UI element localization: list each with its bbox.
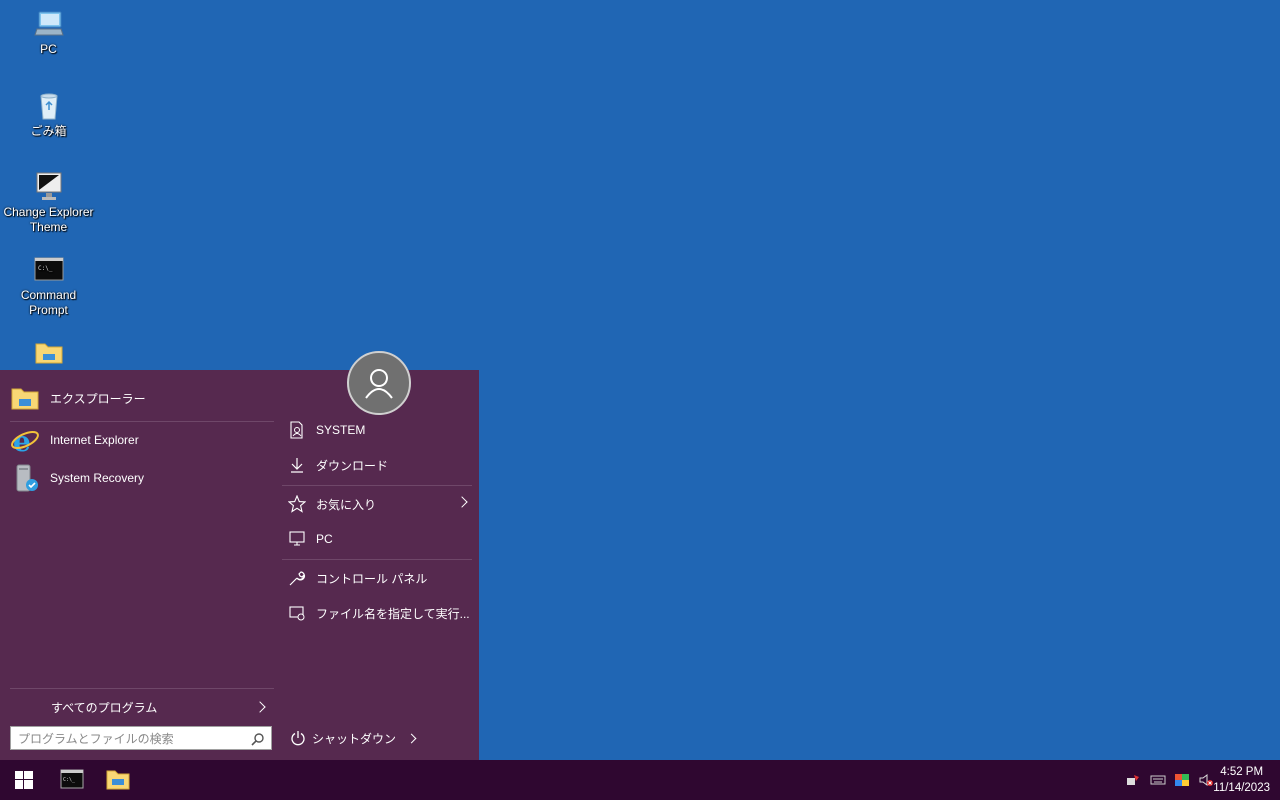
taskbar-command-prompt[interactable]: C:\_ bbox=[49, 760, 95, 800]
divider bbox=[282, 559, 472, 560]
search-input[interactable] bbox=[16, 728, 250, 750]
star-icon bbox=[287, 494, 307, 513]
computer-icon bbox=[33, 8, 65, 40]
chevron-right-icon[interactable] bbox=[406, 733, 417, 743]
run-icon bbox=[288, 604, 306, 622]
windows-start-icon bbox=[15, 771, 33, 789]
place-downloads[interactable]: ダウンロード bbox=[282, 451, 474, 479]
desktop-icon-label: PC bbox=[40, 42, 57, 56]
desktop-icon-change-explorer-theme[interactable]: Change Explorer Theme bbox=[0, 171, 97, 235]
clock-date: 11/14/2023 bbox=[1213, 782, 1270, 794]
search-field[interactable] bbox=[10, 726, 272, 750]
shutdown-label: シャットダウン bbox=[312, 731, 397, 746]
keyboard-icon[interactable] bbox=[1150, 772, 1166, 788]
volume-muted-icon[interactable] bbox=[1198, 772, 1214, 788]
start-item-system-recovery[interactable]: System Recovery bbox=[10, 461, 272, 495]
place-run[interactable]: ファイル名を指定して実行... bbox=[282, 599, 474, 627]
desktop-icon-label: Command Prompt bbox=[20, 288, 77, 317]
command-prompt-icon: C:\_ bbox=[33, 254, 65, 286]
start-item-explorer[interactable]: エクスプローラー bbox=[10, 381, 272, 415]
desktop-icon-label: ごみ箱 bbox=[30, 124, 67, 138]
start-menu-programs: エクスプローラー e Internet Explorer System Reco… bbox=[0, 370, 276, 760]
start-menu-places: SYSTEM ダウンロード お気に入り PC コントロール パネル ファイル名を… bbox=[282, 370, 479, 760]
all-programs-button[interactable]: すべてのプログラム bbox=[10, 688, 274, 725]
recycle-bin-icon bbox=[33, 90, 65, 122]
internet-explorer-icon: e bbox=[10, 425, 40, 458]
place-label: ファイル名を指定して実行... bbox=[316, 606, 470, 621]
start-item-label: Internet Explorer bbox=[50, 433, 139, 447]
taskbar-file-explorer[interactable] bbox=[95, 760, 141, 800]
desktop-icon-command-prompt[interactable]: C:\_ Command Prompt bbox=[0, 254, 97, 318]
desktop-icon-folder[interactable] bbox=[0, 336, 97, 370]
desktop-icon-pc[interactable]: PC bbox=[0, 8, 97, 57]
start-item-internet-explorer[interactable]: e Internet Explorer bbox=[10, 423, 272, 458]
place-favorites[interactable]: お気に入り bbox=[282, 490, 474, 518]
wrench-icon bbox=[288, 569, 306, 587]
place-label: ダウンロード bbox=[316, 458, 389, 473]
svg-text:C:\_: C:\_ bbox=[63, 777, 76, 783]
desktop-icon-label: Change Explorer Theme bbox=[3, 205, 94, 234]
user-document-icon bbox=[288, 421, 306, 439]
color-icon[interactable] bbox=[1174, 772, 1190, 788]
place-control-panel[interactable]: コントロール パネル bbox=[282, 564, 474, 592]
place-label: PC bbox=[316, 532, 333, 546]
power-icon bbox=[291, 731, 305, 746]
desktop-icon-recycle-bin[interactable]: ごみ箱 bbox=[0, 90, 97, 139]
chevron-right-icon bbox=[456, 496, 468, 508]
clock-time: 4:52 PM bbox=[1220, 766, 1264, 778]
place-pc[interactable]: PC bbox=[282, 525, 474, 553]
computer-icon bbox=[288, 530, 306, 548]
all-programs-label: すべてのプログラム bbox=[51, 700, 158, 715]
start-menu: エクスプローラー e Internet Explorer System Reco… bbox=[0, 370, 479, 760]
system-recovery-icon bbox=[10, 463, 40, 493]
search-icon bbox=[251, 733, 264, 746]
taskbar: C:\_ 4:52 PM 11/14/2023 bbox=[0, 760, 1280, 800]
divider bbox=[10, 421, 274, 422]
svg-text:C:\_: C:\_ bbox=[38, 265, 53, 272]
command-prompt-icon: C:\_ bbox=[60, 769, 84, 789]
place-label: お気に入り bbox=[316, 497, 377, 512]
place-label: SYSTEM bbox=[316, 423, 366, 437]
monitor-theme-icon bbox=[33, 171, 65, 203]
download-icon bbox=[288, 456, 306, 474]
user-avatar-icon[interactable] bbox=[347, 351, 411, 415]
divider bbox=[282, 485, 472, 486]
file-explorer-icon bbox=[10, 383, 40, 413]
file-explorer-icon bbox=[106, 770, 130, 790]
start-button[interactable] bbox=[2, 760, 48, 800]
place-system[interactable]: SYSTEM bbox=[282, 416, 474, 444]
place-label: コントロール パネル bbox=[316, 571, 428, 586]
start-item-label: エクスプローラー bbox=[50, 391, 146, 406]
network-icon[interactable] bbox=[1125, 772, 1141, 788]
clock[interactable]: 4:52 PM 11/14/2023 bbox=[1213, 764, 1270, 796]
start-item-label: System Recovery bbox=[50, 471, 145, 485]
chevron-right-icon bbox=[254, 701, 266, 713]
folder-icon bbox=[33, 336, 65, 368]
shutdown-button[interactable]: シャットダウン bbox=[290, 726, 417, 750]
